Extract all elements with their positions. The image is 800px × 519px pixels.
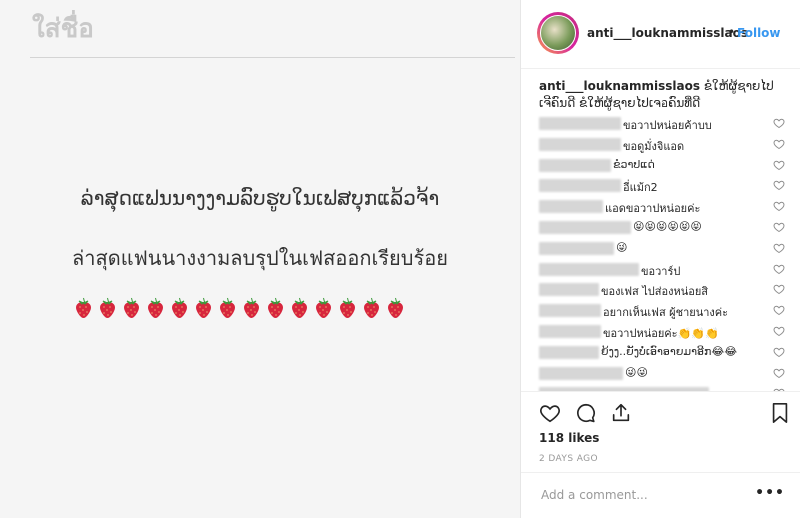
comment-text: 😝😝😝😝😝😝 <box>633 220 702 233</box>
image-title: ใส่ชื่อ <box>32 14 94 44</box>
blurred-username[interactable] <box>539 221 631 234</box>
comment-input[interactable] <box>539 487 743 503</box>
comment-item: อยากเห็นเฟส ผู้ชายนางค่ะ <box>539 301 800 319</box>
comment-box: ••• <box>521 472 800 519</box>
blurred-username[interactable] <box>539 366 623 380</box>
comment-text: ขอวาปหน่อยค้าบบ <box>623 119 712 132</box>
comment-item: 😜😜 <box>539 364 800 382</box>
blurred-username[interactable] <box>539 325 601 338</box>
comment-heart-icon[interactable] <box>773 263 785 275</box>
blurred-username[interactable] <box>539 262 639 276</box>
comment-text: 😜 <box>616 240 628 254</box>
blurred-username[interactable] <box>539 241 614 255</box>
strawberry-icon <box>338 297 357 319</box>
comment-heart-icon[interactable] <box>773 242 785 254</box>
avatar[interactable] <box>540 15 576 51</box>
image-text-lao: ລ່າສຸດແຟນນາງງາມລົບຮູບໃນເຟສບຸກແລ້ວຈ້າ <box>80 186 440 210</box>
strawberry-icon <box>266 297 285 319</box>
post-caption: anti___louknammisslaos ຂໍໃຫ້ຜູ້ຊາຍໄປເຈີຄ… <box>539 78 779 112</box>
strawberry-icon <box>194 297 213 319</box>
strawberry-icon <box>74 297 93 319</box>
image-divider <box>30 57 515 58</box>
comment-heart-icon[interactable] <box>773 200 785 212</box>
header-username[interactable]: anti___louknammisslaos <box>587 26 748 40</box>
post-image: ใส่ชื่อ ລ່າສຸດແຟນນາງງາມລົບຮູບໃນເຟສບຸກແລ້… <box>0 0 520 518</box>
strawberry-icon <box>122 297 141 319</box>
avatar-ring[interactable] <box>537 12 579 54</box>
strawberry-icon <box>146 297 165 319</box>
blurred-username[interactable] <box>539 117 621 130</box>
blurred-username[interactable] <box>539 304 601 318</box>
comment-heart-icon[interactable] <box>773 138 785 150</box>
comment-item: อี่แม้ก2 <box>539 176 800 194</box>
blurred-username[interactable] <box>539 283 599 297</box>
header-dot: • <box>728 25 736 39</box>
comment-item: ของเฟส ไปส่องหน่อยสิ <box>539 280 800 298</box>
comment-heart-icon[interactable] <box>773 304 785 316</box>
comment-heart-icon[interactable] <box>773 159 785 171</box>
strawberry-icon <box>362 297 381 319</box>
comment-heart-icon[interactable] <box>773 117 785 129</box>
comment-item: 😝😝😝😝😝😝 <box>539 218 800 236</box>
comment-text: อยากเห็นเฟส ผู้ชายนางค่ะ <box>603 306 729 320</box>
blurred-username[interactable] <box>539 179 621 193</box>
comment-heart-icon[interactable] <box>773 325 785 337</box>
strawberry-row <box>74 297 405 319</box>
follow-button[interactable]: Follow <box>737 26 781 40</box>
comment-text: ຂໍວາປແດ່ <box>613 157 655 171</box>
comment-item: ขอวาปหน่อยค่ะ👏👏👏 <box>539 322 800 340</box>
strawberry-icon <box>386 297 405 319</box>
post-date: 2 DAYS AGO <box>539 454 598 464</box>
comment-heart-icon[interactable] <box>773 346 785 358</box>
like-heart-icon[interactable] <box>539 402 563 426</box>
strawberry-icon <box>170 297 189 319</box>
strawberry-icon <box>98 297 117 319</box>
likes-count[interactable]: 118 likes <box>539 431 599 445</box>
bookmark-icon[interactable] <box>770 402 794 426</box>
comment-text: ขอวาร์ป <box>641 264 681 278</box>
comment-text: อี่แม้ก2 <box>623 181 658 195</box>
comment-heart-icon[interactable] <box>773 367 785 379</box>
comments-list[interactable]: anti___louknammisslaos ຂໍໃຫ້ຜູ້ຊາຍໄປເຈີຄ… <box>521 68 800 391</box>
comment-bubble-icon[interactable] <box>575 402 599 426</box>
comment-item: ขอวาปหน่อยค้าบบ <box>539 114 800 132</box>
post-panel: anti___louknammisslaos • Follow anti___l… <box>520 0 800 518</box>
action-bar <box>521 391 800 426</box>
comment-item: 😜 <box>539 239 800 257</box>
comment-item <box>539 384 800 391</box>
comment-text: ขอดูมั่งจิแอด <box>623 139 685 153</box>
post-header: anti___louknammisslaos • Follow <box>521 0 800 69</box>
comment-text: ขอวาปหน่อยค่ะ👏👏👏 <box>603 327 719 340</box>
comment-heart-icon[interactable] <box>773 221 785 233</box>
strawberry-icon <box>290 297 309 319</box>
comment-item: ขอวาร์ป <box>539 260 800 278</box>
strawberry-icon <box>242 297 261 319</box>
comment-heart-icon[interactable] <box>773 283 785 295</box>
more-options-button[interactable]: ••• <box>755 485 785 501</box>
comment-item: ຂໍວາປແດ່ <box>539 156 800 174</box>
share-icon[interactable] <box>610 402 634 426</box>
image-text-thai: ล่าสุดแฟนนางงามลบรุปในเฟสออกเรียบร้อย <box>72 246 448 270</box>
comment-item: ขอดูมั่งจิแอด <box>539 135 800 153</box>
comment-item: ຍ້ງງ..ຍັງບໍ່ເອົາອາຍມາອີກ😂😂 <box>539 343 800 361</box>
blurred-username[interactable] <box>539 158 611 172</box>
comment-heart-icon[interactable] <box>773 179 785 191</box>
comment-text: 😜😜 <box>625 365 648 379</box>
comment-text: ของเฟส ไปส่องหน่อยสิ <box>601 285 708 299</box>
blurred-username[interactable] <box>539 137 621 151</box>
comment-text: แอดขอวาปหน่อยค่ะ <box>605 202 701 216</box>
blurred-username[interactable] <box>539 345 599 359</box>
strawberry-icon <box>218 297 237 319</box>
strawberry-icon <box>314 297 333 319</box>
caption-username[interactable]: anti___louknammisslaos <box>539 79 700 93</box>
blurred-username[interactable] <box>539 200 603 214</box>
comment-item: แอดขอวาปหน่อยค่ะ <box>539 197 800 215</box>
comment-text: ຍ້ງງ..ຍັງບໍ່ເອົາອາຍມາອີກ😂😂 <box>601 344 738 358</box>
